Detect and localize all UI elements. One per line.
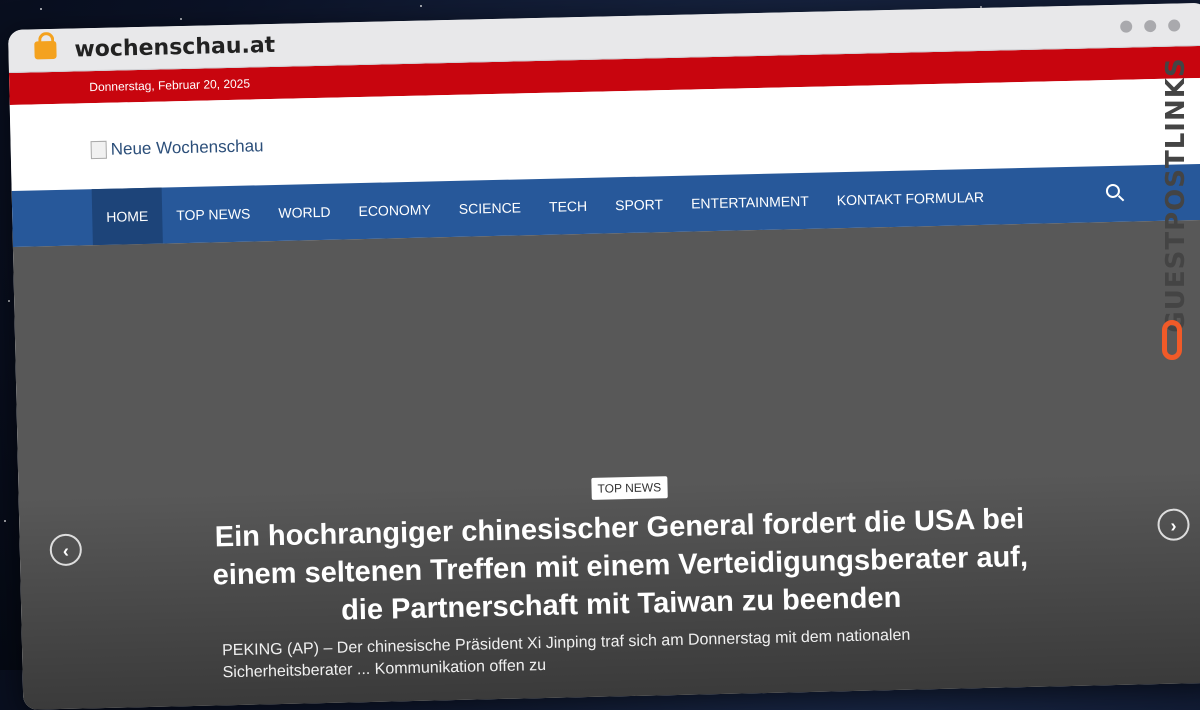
broken-image-icon — [90, 140, 107, 160]
nav-item-economy[interactable]: ECONOMY — [344, 181, 446, 239]
site-logo[interactable]: Neue Wochenschau — [90, 136, 264, 160]
guestpostlinks-watermark: GUESTPOSTLINKS — [1156, 50, 1192, 360]
nav-item-top-news[interactable]: TOP NEWS — [162, 185, 265, 243]
browser-window: wochenschau.at Donnerstag, Februar 20, 2… — [8, 2, 1200, 710]
category-badge[interactable]: TOP NEWS — [591, 476, 668, 500]
window-controls — [1108, 18, 1181, 38]
nav-item-world[interactable]: WORLD — [264, 183, 345, 241]
hero-slider: TOP NEWS Ein hochrangiger chinesischer G… — [12, 219, 1200, 710]
logo-alt-text: Neue Wochenschau — [110, 136, 264, 159]
dot-icon[interactable] — [1144, 19, 1157, 33]
nav-item-tech[interactable]: TECH — [534, 178, 601, 235]
nav-item-home[interactable]: HOME — [91, 187, 163, 246]
search-icon[interactable] — [1105, 183, 1121, 199]
watermark-text: GUESTPOSTLINKS — [1161, 57, 1191, 333]
lock-icon — [34, 40, 57, 60]
link-icon — [1162, 320, 1182, 360]
nav-item-entertainment[interactable]: ENTERTAINMENT — [676, 173, 823, 232]
nav-item-kontakt[interactable]: KONTAKT FORMULAR — [822, 169, 999, 229]
hero-headline[interactable]: Ein hochrangiger chinesischer General fo… — [199, 500, 1041, 633]
dot-icon[interactable] — [1168, 19, 1181, 32]
nav-item-science[interactable]: SCIENCE — [444, 179, 535, 237]
nav-item-sport[interactable]: SPORT — [601, 176, 678, 234]
url-text[interactable]: wochenschau.at — [74, 33, 275, 63]
dot-icon[interactable] — [1120, 20, 1133, 33]
date-text: Donnerstag, Februar 20, 2025 — [89, 76, 251, 95]
